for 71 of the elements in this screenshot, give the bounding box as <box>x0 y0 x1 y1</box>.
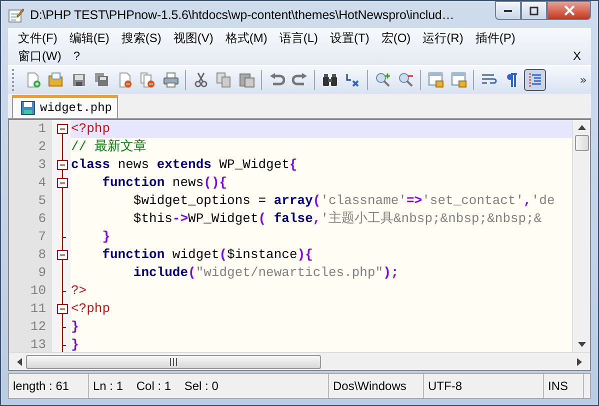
fold-line <box>62 264 63 282</box>
code-line: $widget_options = array('classname'=>'set_contact','de <box>132 192 556 210</box>
status-field: Ln : 1 Col : 1 Sel : 0 <box>89 374 329 398</box>
notepad-icon <box>8 6 24 22</box>
fold-end-line <box>62 282 66 300</box>
line-number: 11 <box>9 300 52 318</box>
menu-item[interactable]: ? <box>67 49 86 63</box>
code-line: function widget($instance){ <box>101 246 314 264</box>
menu-item[interactable]: 视图(V) <box>167 30 220 46</box>
code-line: } <box>71 336 80 352</box>
save-icon <box>21 101 35 115</box>
toolbar-indent-guide-icon[interactable] <box>524 69 546 91</box>
line-number: 1 <box>9 120 52 138</box>
line-number: 7 <box>9 228 52 246</box>
line-number: 8 <box>9 246 52 264</box>
horizontal-scrollbar[interactable] <box>9 352 590 370</box>
menu-item[interactable]: 格式(M) <box>219 30 274 46</box>
fold-toggle-icon[interactable] <box>55 300 71 318</box>
status-field: length : 61 <box>9 374 89 398</box>
code-line: class news extends WP_Widget{ <box>71 156 298 174</box>
scroll-left-icon[interactable] <box>17 358 22 366</box>
menu-item[interactable]: 文件(F) <box>12 30 64 46</box>
status-field: INS <box>544 374 584 398</box>
code-line: ?> <box>71 282 88 300</box>
status-field: UTF-8 <box>424 374 544 398</box>
menu-item[interactable]: 编辑(E) <box>63 30 116 46</box>
code-line: $this->WP_Widget( false,'主题小工具&nbsp;&nbsp;&nbsp;& <box>132 210 543 228</box>
status-field: Dos\Windows <box>329 374 424 398</box>
menu-item[interactable]: 设置(T) <box>324 30 376 46</box>
minimize-icon <box>504 10 512 12</box>
window-title: D:\PHP TEST\PHPnow-1.5.6\htdocs\wp-content\themes\HotNewspro\includ… <box>30 8 454 22</box>
close-document-button[interactable]: X <box>566 49 587 63</box>
line-number: 4 <box>9 174 52 192</box>
line-number: 13 <box>9 336 52 352</box>
code-line: } <box>71 318 80 336</box>
scroll-up-icon[interactable] <box>578 125 586 130</box>
scroll-thumb[interactable] <box>574 135 588 151</box>
menu-item[interactable]: 宏(O) <box>375 30 417 46</box>
code-line: <?php <box>71 300 112 318</box>
code-line: include("widget/newarticles.php"); <box>132 264 400 282</box>
fold-line <box>62 138 63 156</box>
close-icon <box>564 5 574 16</box>
scroll-down-icon[interactable] <box>578 342 586 347</box>
fold-toggle-icon[interactable] <box>55 174 71 192</box>
line-number: 12 <box>9 318 52 336</box>
fold-end-line <box>62 228 66 246</box>
line-number: 9 <box>9 264 52 282</box>
line-number: 3 <box>9 156 52 174</box>
menu-item[interactable]: 窗口(W) <box>12 48 68 64</box>
maximize-icon <box>529 6 539 16</box>
scroll-thumb[interactable] <box>26 354 321 368</box>
toolbar-overflow-button[interactable]: » <box>580 73 587 87</box>
menu-item[interactable]: 搜索(S) <box>115 30 168 46</box>
minimize-button[interactable] <box>495 1 521 20</box>
fold-toggle-icon[interactable] <box>55 246 71 264</box>
code-line: // 最新文章 <box>71 138 148 156</box>
line-number: 2 <box>9 138 52 156</box>
menu-item[interactable]: 语言(L) <box>273 30 324 46</box>
vertical-scrollbar[interactable] <box>572 120 590 352</box>
close-button[interactable] <box>547 1 591 20</box>
scroll-right-icon[interactable] <box>577 358 582 366</box>
maximize-button[interactable] <box>521 1 547 20</box>
line-number: 5 <box>9 192 52 210</box>
line-number: 10 <box>9 282 52 300</box>
menu-item[interactable]: 运行(R) <box>416 30 470 46</box>
code-line: function news(){ <box>101 174 228 192</box>
fold-toggle-icon[interactable] <box>55 156 71 174</box>
line-number: 6 <box>9 210 52 228</box>
menu-item[interactable]: 插件(P) <box>469 30 522 46</box>
file-tab[interactable]: widget.php <box>12 95 118 118</box>
code-line: } <box>101 228 112 246</box>
